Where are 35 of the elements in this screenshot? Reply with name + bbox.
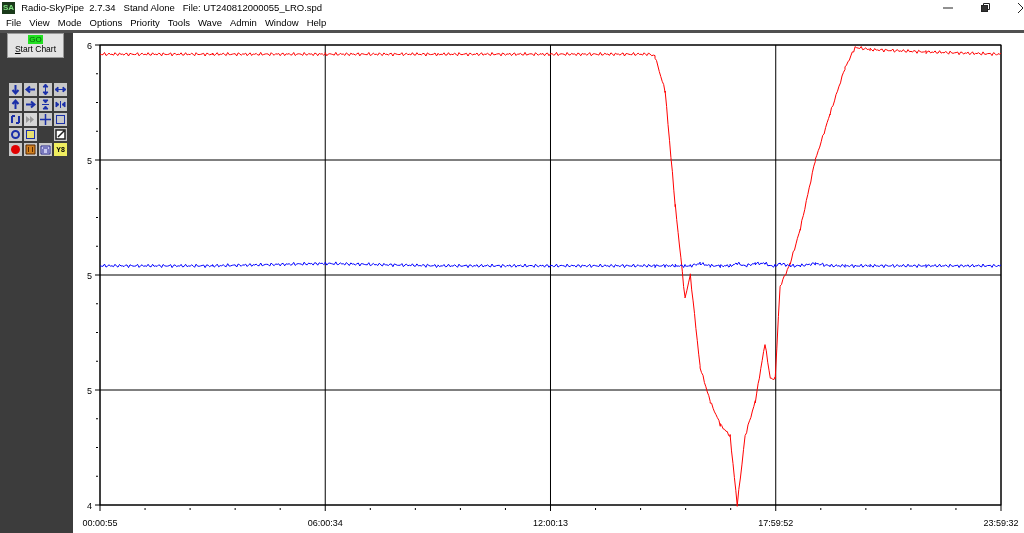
window-title: Radio-SkyPipe 2.7.34 Stand Alone File: UT240812000055_LRO.spd — [21, 2, 323, 13]
check-tool-icon[interactable] — [24, 128, 37, 141]
y-tick-label: 5 — [87, 386, 92, 396]
y-tick-label: 5 — [87, 156, 92, 166]
up-tool-icon[interactable] — [9, 98, 22, 111]
x-tick-label: 12:00:13 — [532, 518, 568, 528]
right-tool-icon[interactable] — [24, 98, 37, 111]
go-indicator: GO — [28, 35, 43, 44]
restore-icon[interactable] — [981, 3, 990, 12]
x-tick-label: 23:59:32 — [983, 518, 1019, 528]
down-tool-icon[interactable] — [9, 83, 22, 96]
left-tool-icon[interactable] — [24, 83, 37, 96]
menu-item[interactable]: View — [29, 17, 50, 28]
menu-item[interactable]: Help — [306, 17, 327, 28]
close-icon[interactable] — [1018, 2, 1024, 13]
app-icon: SA — [2, 1, 16, 14]
menu-item[interactable]: Tools — [167, 17, 190, 28]
ring-tool-icon[interactable] — [9, 128, 22, 141]
pause-tool-icon[interactable] — [24, 143, 37, 156]
x-tick-label: 06:00:34 — [307, 518, 343, 528]
y-tick-label: 5 — [87, 271, 92, 281]
x-tick-label: 17:59:52 — [758, 518, 794, 528]
menu-item[interactable]: Wave — [198, 17, 222, 28]
x-tick-label: 00:00:55 — [82, 518, 118, 528]
menu-item[interactable]: Priority — [130, 17, 160, 28]
menu-item[interactable]: Admin — [229, 17, 257, 28]
start-chart-button[interactable]: GO Start Chart — [7, 33, 64, 58]
menu-item[interactable]: Options — [89, 17, 123, 28]
menu-item[interactable]: Window — [264, 17, 299, 28]
menu-item[interactable]: File — [6, 17, 22, 28]
y-tick-label: 6 — [87, 41, 92, 51]
menu-item[interactable]: Mode — [57, 17, 82, 28]
cross-tool-icon[interactable] — [39, 113, 52, 126]
grid-tool-icon[interactable] — [54, 113, 67, 126]
y-tick-label: 4 — [87, 501, 92, 511]
